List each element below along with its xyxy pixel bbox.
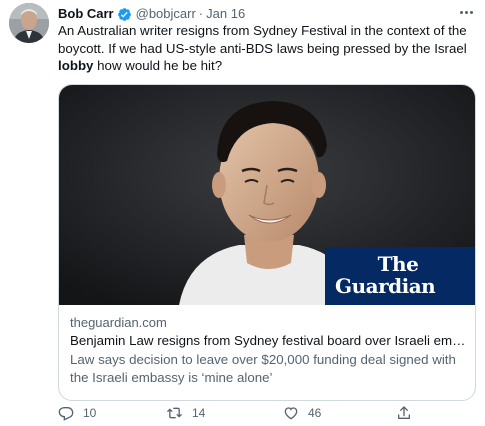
reply-icon [58, 407, 74, 421]
tweet-text-part2: how would he be hit? [93, 58, 223, 73]
author-avatar[interactable] [9, 3, 49, 43]
tweet[interactable]: Bob Carr @bobjcarr · Jan 16 An Australia… [0, 0, 485, 426]
share-icon [398, 406, 410, 419]
card-image[interactable]: The Guardian [59, 85, 475, 305]
reply-button[interactable]: 10 [58, 404, 96, 422]
card-domain: theguardian.com [70, 315, 167, 330]
more-options-icon[interactable] [457, 5, 475, 19]
retweet-icon [167, 407, 182, 419]
card-body[interactable]: theguardian.com Benjamin Law resigns fro… [70, 314, 470, 387]
tweet-timestamp[interactable]: Jan 16 [206, 5, 245, 23]
guardian-logo: The Guardian [325, 247, 475, 305]
link-preview-card[interactable]: The Guardian theguardian.com Benjamin La… [58, 84, 476, 401]
author-name[interactable]: Bob Carr [58, 5, 114, 23]
like-button[interactable]: 46 [283, 404, 321, 422]
like-icon [284, 407, 298, 420]
guardian-logo-line2: Guardian [335, 274, 436, 298]
retweet-count: 14 [192, 406, 206, 420]
tweet-text: An Australian writer resigns from Sydney… [58, 22, 468, 75]
guardian-logo-line1: The [377, 252, 419, 276]
card-title[interactable]: Benjamin Law resigns from Sydney festiva… [70, 332, 470, 350]
tweet-header: Bob Carr @bobjcarr · Jan 16 [58, 5, 245, 23]
tweet-text-part1: An Australian writer resigns from Sydney… [58, 23, 467, 56]
tweet-actions: 10 14 46 [58, 404, 418, 422]
tweet-text-bold: lobby [58, 58, 94, 73]
author-handle[interactable]: @bobjcarr [136, 5, 196, 23]
retweet-button[interactable]: 14 [166, 404, 205, 422]
reply-count: 10 [83, 406, 97, 420]
share-button[interactable] [396, 404, 412, 422]
header-separator: · [198, 6, 204, 21]
verified-badge-icon [117, 7, 132, 22]
like-count: 46 [308, 406, 322, 420]
card-description: Law says decision to leave over $20,000 … [70, 352, 456, 385]
